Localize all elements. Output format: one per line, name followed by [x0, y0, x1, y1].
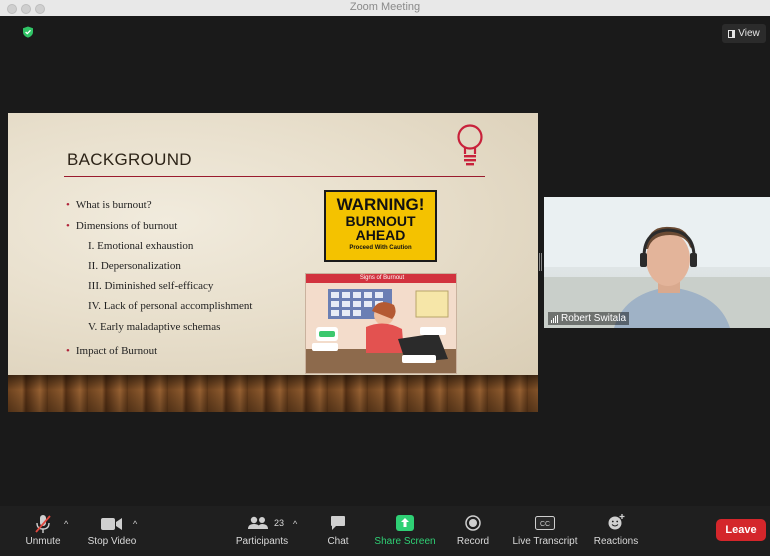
sub-bullet-item: I. Emotional exhaustion	[88, 240, 194, 252]
participants-options-chevron-up-icon[interactable]: ^	[293, 519, 297, 529]
reactions-button[interactable]: Reactions	[592, 506, 640, 556]
slide-title: BACKGROUND	[67, 150, 192, 169]
window-title-bar: Zoom Meeting	[0, 0, 770, 17]
video-camera-icon	[101, 518, 122, 530]
chat-bubble-icon	[331, 516, 345, 530]
participant-name: Robert Switala	[561, 313, 627, 324]
lightbulb-icon	[457, 124, 483, 166]
live-transcript-button[interactable]: CC Live Transcript	[512, 506, 578, 556]
record-icon	[465, 515, 481, 531]
sub-bullet-item: III. Diminished self-efficacy	[88, 280, 214, 292]
sub-bullet-item: II. Depersonalization	[88, 260, 181, 272]
stop-video-button[interactable]: Stop Video	[82, 506, 142, 556]
audio-options-chevron-up-icon[interactable]: ^	[64, 519, 68, 529]
closed-caption-icon: CC	[535, 516, 555, 530]
chat-button[interactable]: Chat	[318, 506, 358, 556]
share-screen-button[interactable]: Share Screen	[372, 506, 438, 556]
bullet-item: • Dimensions of burnout	[66, 220, 178, 232]
sub-bullet-item: IV. Lack of personal accomplishment	[88, 300, 253, 312]
sub-bullet-item: V. Early maladaptive schemas	[88, 321, 221, 333]
record-button[interactable]: Record	[452, 506, 494, 556]
gallery-view-icon	[728, 29, 736, 38]
video-options-chevron-up-icon[interactable]: ^	[133, 519, 137, 529]
muted-microphone-icon	[35, 515, 51, 533]
share-screen-arrow-icon	[396, 515, 414, 531]
signs-of-burnout-illustration: Signs of Burnout	[305, 273, 457, 374]
participants-icon	[248, 516, 268, 529]
view-button[interactable]: View	[722, 24, 766, 43]
participants-count: 23	[274, 518, 285, 528]
participant-name-tag: Robert Switala	[548, 312, 630, 325]
warning-burnout-sign: WARNING! BURNOUT AHEAD Proceed With Caut…	[324, 190, 437, 262]
participant-video-tile[interactable]: Robert Switala	[544, 197, 770, 328]
panel-resize-handle[interactable]	[539, 253, 542, 271]
bullet-item: • What is burnout?	[66, 199, 152, 211]
signal-strength-icon	[551, 314, 558, 323]
unmute-button[interactable]: Unmute	[18, 506, 68, 556]
participants-button[interactable]: 23 Participants	[232, 506, 292, 556]
view-label: View	[738, 28, 760, 39]
emoji-reaction-icon	[608, 514, 625, 530]
security-shield-icon[interactable]	[22, 26, 34, 38]
svg-text:CC: CC	[540, 521, 550, 528]
bullet-item: • Impact of Burnout	[66, 345, 158, 357]
title-underline	[64, 176, 485, 177]
leave-meeting-button[interactable]: Leave	[716, 519, 766, 541]
window-title: Zoom Meeting	[349, 1, 421, 13]
shared-screen-slide: BACKGROUND • What is burnout? • Dimensions…	[8, 113, 538, 412]
